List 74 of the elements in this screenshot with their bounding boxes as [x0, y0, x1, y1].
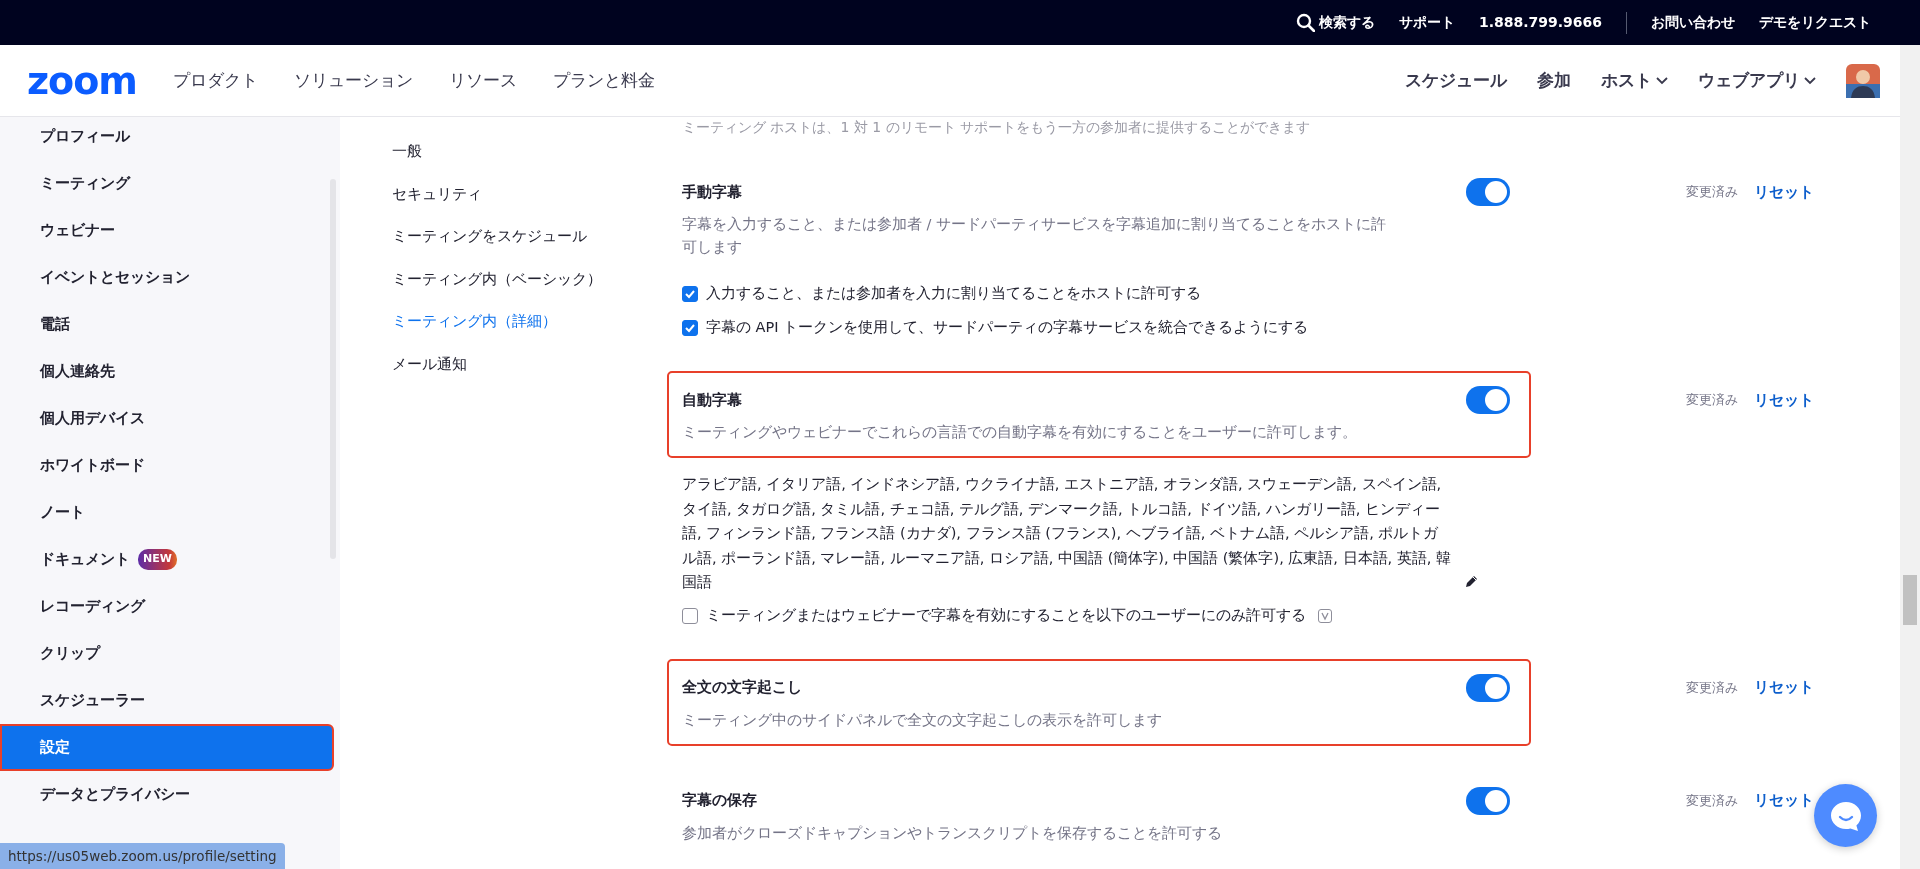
sidebar-item[interactable]: クリップ: [0, 630, 334, 677]
setting-title: 自動字幕: [682, 389, 742, 411]
logo[interactable]: zoom: [27, 61, 137, 100]
sidebar-item[interactable]: ドキュメント NEW: [0, 536, 334, 583]
sidebar-item[interactable]: 個人用デバイス: [0, 395, 334, 442]
nav-link[interactable]: プランと料金: [552, 67, 655, 94]
language-list: アラビア語, イタリア語, インドネシア語, ウクライナ語, エストニア語, オランダ語, スウェーデン語, スペイン語, タイ語, タガログ語, タミル語, チェコ語, テルグ語, デンマーク語, トルコ語, ドイツ語, ハンガリー語, ヒンディー語, フィンランド語, フランス語 (カナダ), フランス語 (フランス), ヘブライ語, ベトナム語, ペルシア語, ポルトガル語, ポーランド語, マレー語, ルーマニア語, ロシア語, 中国語 (簡体字), 中国語 (繁体字), 広東語, 日本語, 英語, 韓国語: [682, 472, 1452, 595]
pencil-icon: [1464, 574, 1479, 590]
search-link[interactable]: 検索する: [1295, 12, 1375, 33]
sidebar-item[interactable]: ミーティング: [0, 160, 334, 207]
toggle-switch[interactable]: [1466, 386, 1510, 414]
checkbox-label: 字幕の API トークンを使用して、サードパーティの字幕サービスを統合できるようにする: [706, 318, 1309, 338]
nav-link[interactable]: ウェブアプリ: [1698, 67, 1816, 94]
avatar-icon: [1846, 63, 1880, 98]
search-icon: [1295, 13, 1315, 32]
reset-link[interactable]: リセット: [1754, 388, 1814, 412]
checkbox-label: ミーティングまたはウェビナーで字幕を有効にすることを以下のユーザーにのみ許可する: [706, 605, 1306, 625]
chat-button[interactable]: [1814, 784, 1877, 847]
setting-description: 字幕を入力すること、または参加者 / サードパーティサービスを字幕追加に割り当てることをホストに許可します: [682, 215, 1388, 257]
checkbox[interactable]: [682, 320, 698, 336]
nav-link[interactable]: ソリューション: [293, 67, 413, 94]
section-link[interactable]: ミーティング内（詳細）: [392, 300, 667, 343]
checkbox-label: 入力すること、または参加者を入力に割り当てることをホストに許可する: [706, 284, 1201, 304]
nav-link[interactable]: リソース: [448, 67, 517, 94]
top-link[interactable]: お問い合わせ: [1651, 12, 1735, 33]
section-link[interactable]: ミーティングをスケジュール: [392, 215, 667, 258]
setting-title: 字幕の保存: [682, 790, 757, 812]
nav-link[interactable]: プロダクト: [172, 67, 258, 94]
top-link[interactable]: デモをリクエスト: [1759, 12, 1871, 33]
checkbox[interactable]: [682, 286, 698, 302]
reset-link[interactable]: リセット: [1754, 180, 1814, 204]
toggle-switch[interactable]: [1466, 673, 1510, 702]
v-square-icon: [1318, 608, 1332, 623]
setting-description: 参加者がクローズドキャプションやトランスクリプトを保存することを許可する: [682, 823, 1223, 843]
sidebar-item[interactable]: データとプライバシー: [0, 771, 334, 818]
sidebar-item[interactable]: ホワイトボード: [0, 442, 334, 489]
scrollbar[interactable]: [1900, 45, 1920, 869]
nav-link[interactable]: スケジュール: [1405, 67, 1507, 94]
sidebar-item[interactable]: レコーディング: [0, 583, 334, 630]
status-label: 変更済み: [1686, 791, 1738, 810]
chevron-icon: [1804, 76, 1816, 85]
top-link[interactable]: サポート: [1398, 12, 1455, 33]
section-link[interactable]: 一般: [392, 130, 667, 173]
setting-description: ミーティングやウェビナーでこれらの言語での自動字幕を有効にすることをユーザーに許可します。: [682, 423, 1358, 442]
status-label: 変更済み: [1686, 391, 1738, 410]
sidebar-item[interactable]: ウェビナー: [0, 207, 334, 254]
top-link[interactable]: 1.888.799.9666: [1478, 12, 1602, 33]
setting-description: ミーティング中のサイドパネルで全文の文字起こしの表示を許可します: [682, 710, 1163, 730]
new-badge: NEW: [138, 549, 177, 570]
section-link[interactable]: ミーティング内（ベーシック）: [392, 257, 667, 301]
chat-icon: [1828, 799, 1863, 832]
reset-link[interactable]: リセット: [1754, 676, 1814, 699]
status-label: 変更済み: [1686, 678, 1738, 697]
nav-link[interactable]: ホスト: [1601, 67, 1668, 94]
sidebar-item[interactable]: 個人連絡先: [0, 348, 334, 395]
nav-link[interactable]: 参加: [1537, 67, 1571, 94]
sidebar-item[interactable]: 電話: [0, 301, 334, 348]
section-link[interactable]: セキュリティ: [392, 172, 667, 216]
setting-description: ミーティング ホストは、1 対 1 のリモート サポートをもう一方の参加者に提供することができます: [681, 118, 1312, 137]
status-url: https://us05web.zoom.us/profile/setting: [0, 842, 285, 869]
section-link[interactable]: メール通知: [392, 342, 667, 386]
status-label: 変更済み: [1686, 183, 1738, 202]
setting-title: 全文の文字起こし: [682, 677, 802, 699]
toggle-switch[interactable]: [1466, 786, 1510, 815]
reset-link[interactable]: リセット: [1754, 789, 1814, 812]
sidebar-item[interactable]: ノート: [0, 489, 334, 536]
setting-title: 手動字幕: [682, 181, 742, 203]
sidebar-item[interactable]: プロフィール: [0, 117, 334, 160]
toggle-switch[interactable]: [1466, 178, 1510, 206]
sidebar-item[interactable]: 設定: [0, 724, 334, 771]
chevron-icon: [1656, 76, 1668, 85]
checkbox[interactable]: [682, 607, 698, 624]
sidebar-item[interactable]: スケジューラー: [0, 677, 334, 724]
sidebar-item[interactable]: イベントとセッション: [0, 254, 334, 301]
